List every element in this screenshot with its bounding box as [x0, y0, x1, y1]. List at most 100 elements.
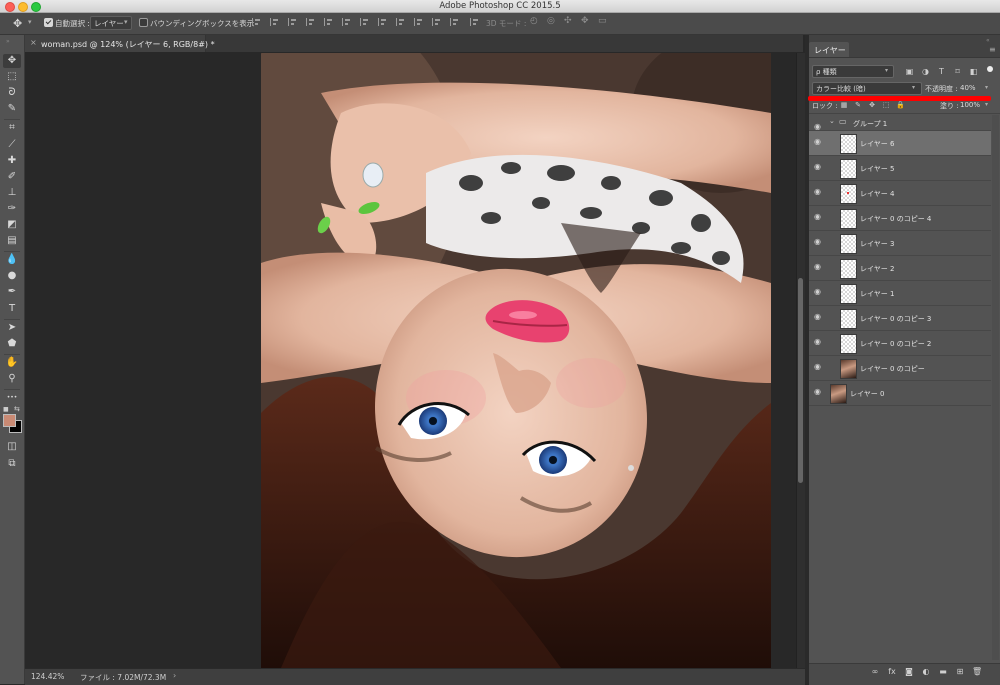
3d-mode-icon[interactable]: ◎: [547, 16, 555, 26]
align-distribute-icon[interactable]: [360, 17, 369, 27]
document-image[interactable]: [261, 53, 771, 668]
default-colors-icon[interactable]: ■: [3, 406, 9, 413]
zoom-tool-icon[interactable]: ⚲: [3, 372, 21, 386]
more-tools-icon[interactable]: •••: [3, 391, 21, 405]
lock-position-icon[interactable]: ✥: [868, 101, 876, 109]
screen-mode-icon[interactable]: ⧉: [3, 457, 21, 471]
align-distribute-icon[interactable]: [342, 17, 351, 27]
layer-row[interactable]: ◉ レイヤー 3: [809, 231, 991, 256]
eye-icon[interactable]: ◉: [814, 188, 822, 196]
eye-icon[interactable]: ◉: [814, 363, 822, 371]
zoom-level[interactable]: 124.42%: [31, 672, 64, 681]
opacity-value[interactable]: 40%: [960, 84, 976, 92]
align-distribute-icon[interactable]: [432, 17, 441, 27]
layer-row[interactable]: ◉ レイヤー 6: [809, 131, 991, 156]
quick-mask-icon[interactable]: ◫: [3, 440, 21, 454]
chevron-down-icon[interactable]: ▾: [985, 101, 988, 108]
eye-icon[interactable]: ◉: [814, 163, 822, 171]
collapse-toolbar-icon[interactable]: »: [6, 38, 10, 45]
layer-group-row[interactable]: ◉ ⌄ ▭ グループ 1: [809, 116, 991, 131]
filter-pixel-icon[interactable]: ▣: [905, 67, 914, 76]
dodge-tool-icon[interactable]: ●: [3, 269, 21, 283]
move-tool-preset-icon[interactable]: ✥: [13, 17, 22, 30]
panel-menu-icon[interactable]: ≡: [989, 45, 996, 54]
blur-tool-icon[interactable]: 💧: [3, 253, 21, 267]
crop-tool-icon[interactable]: ⌗: [3, 121, 21, 135]
lasso-tool-icon[interactable]: ᘐ: [3, 86, 21, 100]
layer-row[interactable]: ◉ レイヤー 0 のコピー 4: [809, 206, 991, 231]
stamp-tool-icon[interactable]: ⊥: [3, 186, 21, 200]
3d-mode-icon[interactable]: ✣: [564, 16, 572, 26]
filter-smart-object-icon[interactable]: ◧: [969, 67, 978, 76]
bounding-box-checkbox[interactable]: [139, 18, 148, 27]
new-layer-icon[interactable]: ⊞: [955, 667, 965, 677]
foreground-color-swatch[interactable]: [3, 414, 16, 427]
layer-row[interactable]: ◉ レイヤー 0: [809, 381, 991, 406]
quick-select-tool-icon[interactable]: ✎: [3, 102, 21, 116]
new-group-icon[interactable]: ▬: [938, 667, 948, 677]
eye-icon[interactable]: ◉: [814, 213, 822, 221]
align-distribute-icon[interactable]: [288, 17, 297, 27]
layer-row[interactable]: ◉ レイヤー 0 のコピー 3: [809, 306, 991, 331]
eye-icon[interactable]: ◉: [814, 138, 822, 146]
lock-pixels-icon[interactable]: ✎: [854, 101, 862, 109]
3d-mode-icon[interactable]: ▭: [598, 16, 607, 26]
document-tab[interactable]: × woman.psd @ 124% (レイヤー 6, RGB/8#) *: [25, 35, 215, 52]
auto-select-checkbox[interactable]: [44, 18, 53, 27]
chevron-down-icon[interactable]: ▾: [28, 18, 32, 26]
path-select-tool-icon[interactable]: ➤: [3, 321, 21, 335]
hand-tool-icon[interactable]: ✋: [3, 356, 21, 370]
align-distribute-icon[interactable]: [252, 17, 261, 27]
link-layers-icon[interactable]: ∞: [870, 667, 880, 677]
shape-tool-icon[interactable]: ⬟: [3, 337, 21, 351]
layer-row[interactable]: ◉ レイヤー 1: [809, 281, 991, 306]
align-distribute-icon[interactable]: [470, 17, 479, 27]
layer-style-icon[interactable]: fx: [887, 667, 897, 677]
layer-row[interactable]: ◉ レイヤー 4: [809, 181, 991, 206]
align-distribute-icon[interactable]: [396, 17, 405, 27]
layer-row[interactable]: ◉ レイヤー 5: [809, 156, 991, 181]
history-brush-tool-icon[interactable]: ✑: [3, 202, 21, 216]
layer-row[interactable]: ◉ レイヤー 0 のコピー 2: [809, 331, 991, 356]
eye-icon[interactable]: ◉: [814, 263, 822, 271]
gradient-tool-icon[interactable]: ▤: [3, 234, 21, 248]
align-distribute-icon[interactable]: [270, 17, 279, 27]
eye-icon[interactable]: ◉: [814, 238, 822, 246]
pen-tool-icon[interactable]: ✒: [3, 285, 21, 299]
vertical-scrollbar-thumb[interactable]: [798, 278, 803, 483]
healing-brush-tool-icon[interactable]: ✚: [3, 154, 21, 168]
lock-transparent-icon[interactable]: ▦: [840, 101, 848, 109]
eye-icon[interactable]: ◉: [814, 123, 822, 131]
eye-icon[interactable]: ◉: [814, 288, 822, 296]
align-distribute-icon[interactable]: [450, 17, 459, 27]
eye-icon[interactable]: ◉: [814, 388, 822, 396]
filter-adjustment-icon[interactable]: ◑: [921, 67, 930, 76]
type-tool-icon[interactable]: T: [3, 302, 21, 316]
group-expand-icon[interactable]: ⌄: [829, 117, 835, 125]
align-distribute-icon[interactable]: [306, 17, 315, 27]
delete-layer-icon[interactable]: 🗑: [972, 667, 982, 677]
swap-colors-icon[interactable]: ⇆: [14, 405, 20, 413]
filter-type-icon[interactable]: T: [937, 67, 946, 76]
lock-all-icon[interactable]: 🔒: [896, 101, 905, 109]
3d-mode-icon[interactable]: ◴: [530, 16, 538, 26]
align-distribute-icon[interactable]: [378, 17, 387, 27]
lock-artboard-icon[interactable]: ⬚: [882, 101, 890, 109]
eye-icon[interactable]: ◉: [814, 313, 822, 321]
filter-shape-icon[interactable]: ⌑: [953, 67, 962, 76]
status-menu-arrow-icon[interactable]: ›: [173, 671, 176, 680]
brush-tool-icon[interactable]: ✐: [3, 170, 21, 184]
chevron-down-icon[interactable]: ▾: [985, 84, 988, 91]
marquee-tool-icon[interactable]: ⬚: [3, 70, 21, 84]
align-distribute-icon[interactable]: [414, 17, 423, 27]
3d-mode-icon[interactable]: ✥: [581, 16, 589, 26]
adjustment-layer-icon[interactable]: ◐: [921, 667, 931, 677]
eye-icon[interactable]: ◉: [814, 338, 822, 346]
filter-toggle-icon[interactable]: [987, 66, 993, 72]
fill-value[interactable]: 100%: [960, 101, 980, 109]
eyedropper-tool-icon[interactable]: ⟋: [3, 138, 21, 152]
eraser-tool-icon[interactable]: ◩: [3, 218, 21, 232]
layer-row[interactable]: ◉ レイヤー 0 のコピー: [809, 356, 991, 381]
layer-row[interactable]: ◉ レイヤー 2: [809, 256, 991, 281]
move-tool-icon[interactable]: ✥: [3, 54, 21, 68]
